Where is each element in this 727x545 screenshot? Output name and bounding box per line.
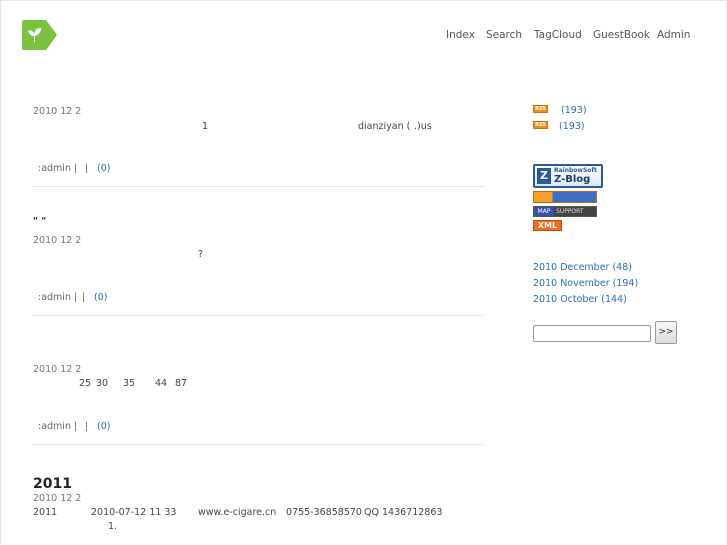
post-text: .)us <box>414 121 432 132</box>
archive-link-december[interactable]: 2010 December (48) <box>533 262 632 273</box>
zblog-badge[interactable]: Z RainbowSoft Z-Blog <box>533 164 603 188</box>
feed-count-link[interactable]: (193) <box>561 105 587 116</box>
post-meta-separator: | <box>85 163 89 174</box>
archive-link-november[interactable]: 2010 November (194) <box>533 278 638 289</box>
post-number: 30 <box>96 378 109 389</box>
post-divider <box>33 186 485 187</box>
rss-icon[interactable]: RSS <box>533 121 548 129</box>
post-number: 44 <box>155 378 168 389</box>
post-divider <box>33 444 485 445</box>
post-text: www.e-cigare.cn <box>198 507 277 518</box>
post-text: 1 <box>202 121 209 132</box>
post-number: 35 <box>123 378 136 389</box>
post-text: 2011 <box>33 507 58 518</box>
post-title[interactable]: " " <box>33 216 46 227</box>
archive-link-october[interactable]: 2010 October (144) <box>533 294 627 305</box>
post-meta-author[interactable]: :admin | <box>38 163 77 174</box>
post-text: dianziyan ( <box>358 121 411 132</box>
rss-icon[interactable]: RSS <box>533 105 548 113</box>
post-comments-link[interactable]: (0) <box>97 163 110 174</box>
post-text: 2010-07-12 11 33 <box>91 507 177 518</box>
map-support-badge[interactable]: MAP SUPPORT <box>533 206 597 217</box>
post-number: 87 <box>175 378 188 389</box>
nav-index[interactable]: Index <box>446 29 475 41</box>
post-comments-link[interactable]: (0) <box>97 421 110 432</box>
post-date: 2010 12 2 <box>33 364 82 375</box>
search-button[interactable]: >> <box>655 321 677 344</box>
post-comments-link[interactable]: (0) <box>94 292 107 303</box>
post-meta-author[interactable]: :admin | <box>38 421 77 432</box>
post-meta-separator: | <box>82 292 86 303</box>
leaf-logo-icon[interactable] <box>22 20 57 50</box>
zblog-logo-icon: Z <box>537 168 551 184</box>
zblog-badge-title: Z-Blog <box>554 174 591 185</box>
post-date: 2010 12 2 <box>33 106 82 117</box>
map-badge-left: MAP <box>534 207 554 216</box>
post-meta-author[interactable]: :admin | <box>38 292 77 303</box>
nav-guestbook[interactable]: GuestBook <box>593 29 650 41</box>
post-meta-separator: | <box>85 421 89 432</box>
post-title[interactable]: 2011 <box>33 476 72 492</box>
post-text: 1. <box>108 521 118 532</box>
post-text: ? <box>198 249 204 260</box>
nav-admin[interactable]: Admin <box>657 29 690 41</box>
xml-badge[interactable]: XML <box>533 220 562 231</box>
search-input[interactable] <box>533 325 651 342</box>
post-number: 25 <box>79 378 92 389</box>
zblog-badge-sub: RainbowSoft <box>554 167 597 174</box>
orange-blue-badge[interactable] <box>533 191 597 203</box>
post-text: QQ 1436712863 <box>364 507 443 518</box>
feed-count-link[interactable]: (193) <box>559 121 585 132</box>
post-divider <box>33 315 485 316</box>
post-date: 2010 12 2 <box>33 493 82 504</box>
nav-search[interactable]: Search <box>486 29 522 41</box>
map-badge-right: SUPPORT <box>556 208 584 215</box>
nav-tagcloud[interactable]: TagCloud <box>534 29 582 41</box>
post-text: 0755-36858570 <box>286 507 362 518</box>
post-date: 2010 12 2 <box>33 235 82 246</box>
